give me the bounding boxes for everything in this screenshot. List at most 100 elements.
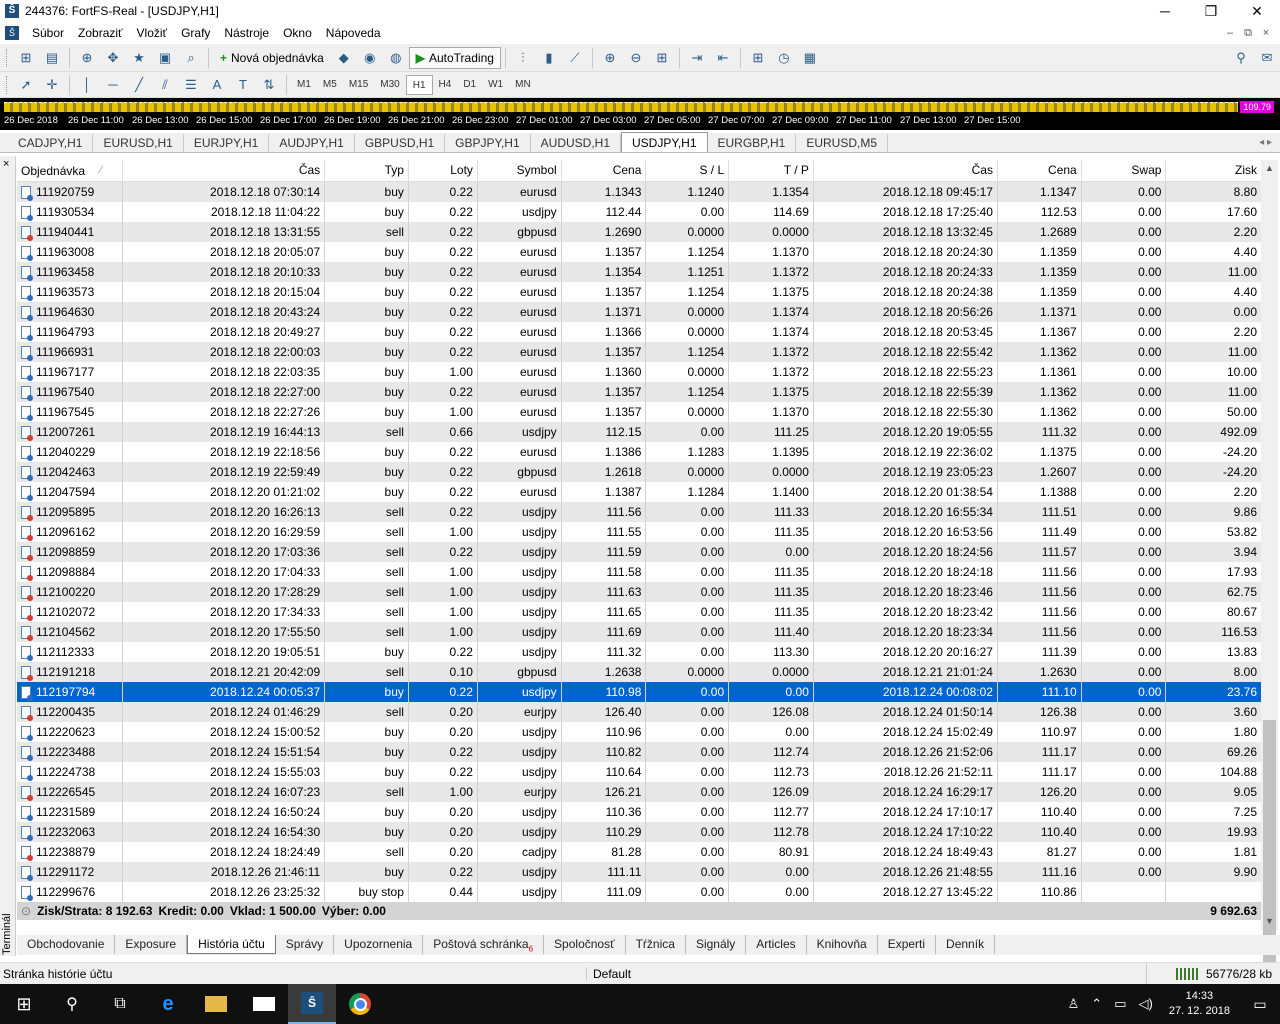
timeframe-m5[interactable]: M5 (317, 75, 343, 95)
table-row[interactable]: 112112333 2018.12.20 19:05:51 buy 0.22 usdjp… (17, 642, 1261, 662)
market-watch-icon[interactable]: ⊕ (76, 48, 98, 68)
volume-icon[interactable]: ◁) (1133, 996, 1159, 1012)
table-row[interactable]: 112104562 2018.12.20 17:55:50 sell 1.00 usdj… (17, 622, 1261, 642)
chat-icon[interactable]: ✉ (1256, 48, 1278, 68)
menu-help[interactable]: Nápoveda (319, 26, 388, 40)
table-row[interactable]: 112224738 2018.12.24 15:55:03 buy 0.22 usdjp… (17, 762, 1261, 782)
chart-area[interactable]: 109.79 26 Dec 2018 26 Dec 11:00 26 Dec 13:… (0, 98, 1280, 130)
table-row[interactable]: 112231589 2018.12.24 16:50:24 buy 0.20 usdjp… (17, 802, 1261, 822)
tab-scroll-arrows[interactable]: ◂ ▸ (1259, 134, 1272, 152)
profiles-icon[interactable]: ▤ (41, 48, 63, 68)
timeframe-m15[interactable]: M15 (343, 75, 374, 95)
candlestick-icon[interactable]: ▮ (538, 48, 560, 68)
timeframe-m30[interactable]: M30 (374, 75, 405, 95)
new-order-button[interactable]: + Nová objednávka (213, 47, 331, 69)
table-row[interactable]: 112291172 2018.12.26 21:46:11 buy 0.22 usdjp… (17, 862, 1261, 882)
community-icon[interactable]: ◉ (359, 48, 381, 68)
table-row[interactable]: 111963008 2018.12.18 20:05:07 buy 0.22 eurus… (17, 242, 1261, 262)
table-row[interactable]: 112102072 2018.12.20 17:34:33 sell 1.00 usdj… (17, 602, 1261, 622)
tile-windows-icon[interactable]: ⊞ (651, 48, 673, 68)
mail-button[interactable] (240, 984, 288, 1024)
toolbar-grip[interactable] (6, 75, 9, 94)
chart-tab[interactable]: USDJPY,H1 (621, 132, 708, 152)
timeframe-h1[interactable]: H1 (405, 74, 433, 95)
start-button[interactable]: ⊞ (0, 984, 48, 1024)
chart-tab[interactable]: GBPJPY,H1 (445, 134, 531, 152)
chrome-button[interactable] (336, 984, 384, 1024)
menu-file[interactable]: Súbor (25, 26, 71, 40)
table-row[interactable]: 112299676 2018.12.26 23:25:32 buy stop 0.44… (17, 882, 1261, 902)
timeframe-mn[interactable]: MN (509, 75, 537, 95)
table-row[interactable]: 112220623 2018.12.24 15:00:52 buy 0.20 usdjp… (17, 722, 1261, 742)
terminal-tab[interactable]: Spoločnosť (544, 935, 626, 954)
table-row[interactable]: 111963458 2018.12.18 20:10:33 buy 0.22 eurus… (17, 262, 1261, 282)
crosshair-icon[interactable]: ✛ (41, 75, 63, 95)
bar-chart-icon[interactable]: ⫶ (512, 48, 534, 68)
col-close-price[interactable]: Cena (998, 160, 1082, 181)
terminal-tab[interactable]: Knihovňa (807, 935, 878, 954)
terminal-tab[interactable]: Denník (936, 935, 996, 954)
table-row[interactable]: 111930534 2018.12.18 11:04:22 buy 0.22 usdjp… (17, 202, 1261, 222)
search-button[interactable]: ⚲ (48, 984, 96, 1024)
terminal-close-icon[interactable]: × (3, 158, 9, 170)
equidistant-channel-icon[interactable]: ⫽ (154, 75, 176, 95)
restore-button[interactable]: ❐ (1188, 0, 1234, 22)
chart-tab[interactable]: EURUSD,H1 (93, 134, 184, 152)
table-row[interactable]: 111967545 2018.12.18 22:27:26 buy 1.00 eurus… (17, 402, 1261, 422)
task-view-button[interactable]: ⧉ (96, 984, 144, 1024)
menu-charts[interactable]: Grafy (174, 26, 217, 40)
table-row[interactable]: 112047594 2018.12.20 01:21:02 buy 0.22 eurus… (17, 482, 1261, 502)
table-row[interactable]: 112042463 2018.12.19 22:59:49 buy 0.22 gbpus… (17, 462, 1261, 482)
signals-icon[interactable]: ◍ (385, 48, 407, 68)
new-chart-icon[interactable]: ⊞ (15, 48, 37, 68)
vertical-line-icon[interactable]: │ (76, 75, 98, 95)
table-row[interactable]: 111963573 2018.12.18 20:15:04 buy 0.22 eurus… (17, 282, 1261, 302)
terminal-tab[interactable]: Articles (746, 935, 807, 954)
terminal-tab[interactable]: Poštová schránka6 (423, 935, 545, 954)
horizontal-line-icon[interactable]: ─ (102, 75, 124, 95)
scroll-up-icon[interactable]: ▲ (1261, 160, 1278, 177)
people-icon[interactable]: ♙ (1062, 996, 1086, 1012)
table-row[interactable]: 111920759 2018.12.18 07:30:14 buy 0.22 eurus… (17, 182, 1261, 202)
table-row[interactable]: 112226545 2018.12.24 16:07:23 sell 1.00 eurj… (17, 782, 1261, 802)
scroll-down-icon[interactable]: ▼ (1261, 913, 1278, 930)
col-swap[interactable]: Swap (1082, 160, 1167, 181)
fibonacci-icon[interactable]: ☰ (180, 75, 202, 95)
table-row[interactable]: 112098884 2018.12.20 17:04:33 sell 1.00 usdj… (17, 562, 1261, 582)
col-sl[interactable]: S / L (646, 160, 730, 181)
minimize-button[interactable]: ─ (1142, 0, 1188, 22)
auto-scroll-icon[interactable]: ⇥ (686, 48, 708, 68)
table-row[interactable]: 111967540 2018.12.18 22:27:00 buy 0.22 eurus… (17, 382, 1261, 402)
periods-icon[interactable]: ◷ (773, 48, 795, 68)
col-open-time[interactable]: Čas (123, 160, 326, 181)
chart-tab[interactable]: AUDJPY,H1 (269, 134, 355, 152)
table-row[interactable]: 111966931 2018.12.18 22:00:03 buy 0.22 eurus… (17, 342, 1261, 362)
chart-tab[interactable]: CADJPY,H1 (8, 134, 94, 152)
strategy-tester-icon[interactable]: ⌕ (180, 48, 202, 68)
chart-tab[interactable]: EURUSD,M5 (796, 134, 888, 152)
cursor-icon[interactable]: ➚ (15, 75, 37, 95)
table-row[interactable]: 112040229 2018.12.19 22:18:56 buy 0.22 eurus… (17, 442, 1261, 462)
chart-tab[interactable]: GBPUSD,H1 (355, 134, 446, 152)
timeframe-h4[interactable]: H4 (433, 75, 458, 95)
search-icon[interactable]: ⚲ (1230, 48, 1252, 68)
table-row[interactable]: 111940441 2018.12.18 13:31:55 sell 0.22 gbpu… (17, 222, 1261, 242)
timeframe-m1[interactable]: M1 (291, 75, 317, 95)
chart-tab[interactable]: EURGBP,H1 (708, 134, 797, 152)
favorites-icon[interactable]: ★ (128, 48, 150, 68)
text-label-icon[interactable]: T (232, 75, 254, 95)
table-row[interactable]: 111964630 2018.12.18 20:43:24 buy 0.22 eurus… (17, 302, 1261, 322)
timeframe-w1[interactable]: W1 (482, 75, 509, 95)
chart-shift-icon[interactable]: ⇤ (712, 48, 734, 68)
terminal-tab[interactable]: Upozornenia (334, 935, 424, 954)
menu-view[interactable]: Zobraziť (71, 26, 130, 40)
col-open-price[interactable]: Cena (562, 160, 647, 181)
notifications-icon[interactable]: ▭ (1240, 996, 1280, 1013)
zoom-in-icon[interactable]: ⊕ (599, 48, 621, 68)
tray-chevron-icon[interactable]: ⌃ (1085, 996, 1108, 1012)
child-close-icon[interactable]: × (1258, 27, 1274, 40)
col-symbol[interactable]: Symbol (478, 160, 562, 181)
explorer-button[interactable] (192, 984, 240, 1024)
timeframe-d1[interactable]: D1 (457, 75, 482, 95)
table-row[interactable]: 112098859 2018.12.20 17:03:36 sell 0.22 usdj… (17, 542, 1261, 562)
